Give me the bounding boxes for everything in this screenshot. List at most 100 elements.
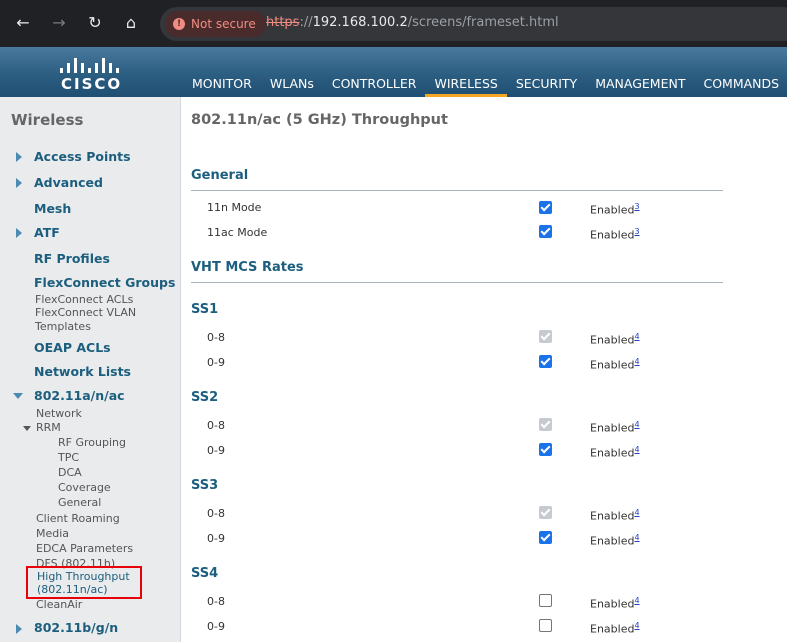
ss2-rate-0-8-checkbox xyxy=(539,418,552,431)
footnote-link[interactable]: 4 xyxy=(634,445,639,454)
ss4-rate-0-9-checkbox[interactable] xyxy=(539,619,552,632)
expand-arrow-icon[interactable] xyxy=(16,228,22,238)
sidebar-item-tpc[interactable]: TPC xyxy=(58,451,79,464)
ss1-rate-0-8-label: 0-8 xyxy=(207,331,225,344)
menu-wireless[interactable]: WIRELESS xyxy=(425,47,508,97)
page-title: 802.11n/ac (5 GHz) Throughput xyxy=(191,112,448,128)
menu-security[interactable]: SECURITY xyxy=(507,47,586,97)
reload-icon[interactable]: ↻ xyxy=(84,12,106,34)
footnote-link[interactable]: 4 xyxy=(634,332,639,341)
ss3-rate-0-8-checkbox xyxy=(539,506,552,519)
sidebar-item-atf[interactable]: ATF xyxy=(34,225,60,240)
label-11n-mode: 11n Mode xyxy=(207,201,262,214)
ss2-heading: SS2 xyxy=(191,390,219,405)
sidebar-item-dca[interactable]: DCA xyxy=(58,466,82,479)
enabled-label: Enabled4 xyxy=(590,596,640,611)
ss4-rate-0-8-checkbox[interactable] xyxy=(539,594,552,607)
sidebar-item-coverage[interactable]: Coverage xyxy=(58,481,111,494)
enabled-label: Enabled3 xyxy=(590,202,640,217)
ss4-heading: SS4 xyxy=(191,566,219,581)
checkbox-11ac-mode[interactable] xyxy=(539,225,552,238)
cisco-bridge-icon xyxy=(60,53,122,73)
sidebar-item-cleanair[interactable]: CleanAir xyxy=(36,598,82,611)
cisco-logo: CISCO xyxy=(58,53,128,93)
ss2-rate-0-9-checkbox[interactable] xyxy=(539,443,552,456)
divider xyxy=(191,190,723,191)
sidebar-item-rf-profiles[interactable]: RF Profiles xyxy=(34,251,110,266)
menu-controller[interactable]: CONTROLLER xyxy=(323,47,426,97)
sidebar-item-80211a[interactable]: 802.11a/n/ac xyxy=(34,388,125,403)
sidebar-item-mesh[interactable]: Mesh xyxy=(34,201,71,216)
enabled-label: Enabled4 xyxy=(590,420,640,435)
footnote-link[interactable]: 4 xyxy=(634,357,639,366)
browser-toolbar: ← → ↻ ⌂ ! Not secure https://192.168.100… xyxy=(0,0,787,47)
ss4-rate-0-9-label: 0-9 xyxy=(207,620,225,633)
sidebar-item-access-points[interactable]: Access Points xyxy=(34,149,131,164)
enabled-label: Enabled4 xyxy=(590,445,640,460)
high-throughput-label: High Throughput (802.11n/ac) xyxy=(37,570,130,596)
url-text[interactable]: https://192.168.100.2/screens/frameset.h… xyxy=(266,15,559,30)
enabled-label: Enabled4 xyxy=(590,621,640,636)
sidebar-item-flexconnect-acls[interactable]: FlexConnect ACLs xyxy=(35,293,133,306)
enabled-label: Enabled4 xyxy=(590,357,640,372)
sidebar-item-edca-parameters[interactable]: EDCA Parameters xyxy=(36,542,133,555)
footnote-link[interactable]: 4 xyxy=(634,596,639,605)
footnote-link[interactable]: 4 xyxy=(634,621,639,630)
label-11ac-mode: 11ac Mode xyxy=(207,226,268,239)
section-general: General xyxy=(191,168,249,183)
menu-commands[interactable]: COMMANDS xyxy=(694,47,787,97)
menu-management[interactable]: MANAGEMENT xyxy=(586,47,694,97)
ss3-rate-0-9-label: 0-9 xyxy=(207,532,225,545)
sidebar-item-flexconnect-vlan-templates[interactable]: Templates xyxy=(35,320,91,333)
footnote-link[interactable]: 3 xyxy=(634,227,639,236)
sidebar-item-network-lists[interactable]: Network Lists xyxy=(34,364,131,379)
expand-arrow-icon[interactable] xyxy=(16,178,22,188)
sidebar-title: Wireless xyxy=(11,111,84,129)
sidebar-item-network[interactable]: Network xyxy=(36,407,82,420)
warning-icon: ! xyxy=(173,18,185,30)
footnote-link[interactable]: 4 xyxy=(634,533,639,542)
sidebar-item-rrm[interactable]: RRM xyxy=(36,421,61,434)
divider xyxy=(191,282,723,283)
ss2-rate-0-8-label: 0-8 xyxy=(207,419,225,432)
expand-arrow-icon[interactable] xyxy=(16,624,22,634)
checkbox-11n-mode[interactable] xyxy=(539,201,552,214)
sidebar-item-flexconnect-vlan[interactable]: FlexConnect VLAN xyxy=(35,306,136,319)
ss3-rate-0-8-label: 0-8 xyxy=(207,507,225,520)
sidebar-item-rf-grouping[interactable]: RF Grouping xyxy=(58,436,126,449)
menu-wlans[interactable]: WLANs xyxy=(261,47,323,97)
footnote-link[interactable]: 4 xyxy=(634,508,639,517)
home-icon[interactable]: ⌂ xyxy=(120,12,142,34)
expand-arrow-icon[interactable] xyxy=(16,152,22,162)
security-indicator[interactable]: ! Not secure xyxy=(165,11,266,37)
ss1-heading: SS1 xyxy=(191,302,219,317)
ss3-heading: SS3 xyxy=(191,478,219,493)
forward-arrow-icon[interactable]: → xyxy=(48,12,70,34)
ss1-rate-0-9-checkbox[interactable] xyxy=(539,355,552,368)
sidebar-item-client-roaming[interactable]: Client Roaming xyxy=(36,512,120,525)
sidebar-item-advanced[interactable]: Advanced xyxy=(34,175,103,190)
sidebar-item-80211b[interactable]: 802.11b/g/n xyxy=(34,620,118,635)
menu-monitor[interactable]: MONITOR xyxy=(183,47,261,97)
sidebar: Wireless Access Points Advanced Mesh ATF… xyxy=(0,97,181,642)
ss1-rate-0-9-label: 0-9 xyxy=(207,356,225,369)
sidebar-item-flexconnect-groups[interactable]: FlexConnect Groups xyxy=(34,275,175,290)
collapse-arrow-icon[interactable] xyxy=(13,393,23,399)
collapse-arrow-icon[interactable] xyxy=(23,426,31,431)
sidebar-item-media[interactable]: Media xyxy=(36,527,69,540)
sidebar-item-general[interactable]: General xyxy=(58,496,101,509)
top-menu: MONITOR WLANs CONTROLLER WIRELESS SECURI… xyxy=(183,47,787,97)
enabled-label: Enabled3 xyxy=(590,227,640,242)
sidebar-item-oeap-acls[interactable]: OEAP ACLs xyxy=(34,340,111,355)
ss3-rate-0-9-checkbox[interactable] xyxy=(539,531,552,544)
not-secure-label: Not secure xyxy=(191,17,256,31)
ss2-rate-0-9-label: 0-9 xyxy=(207,444,225,457)
footnote-link[interactable]: 3 xyxy=(634,202,639,211)
enabled-label: Enabled4 xyxy=(590,332,640,347)
enabled-label: Enabled4 xyxy=(590,508,640,523)
footnote-link[interactable]: 4 xyxy=(634,420,639,429)
back-arrow-icon[interactable]: ← xyxy=(12,12,34,34)
logo-text: CISCO xyxy=(61,75,123,93)
address-bar[interactable]: ! Not secure https://192.168.100.2/scree… xyxy=(160,7,787,41)
sidebar-item-high-throughput[interactable]: High Throughput (802.11n/ac) xyxy=(26,566,142,599)
